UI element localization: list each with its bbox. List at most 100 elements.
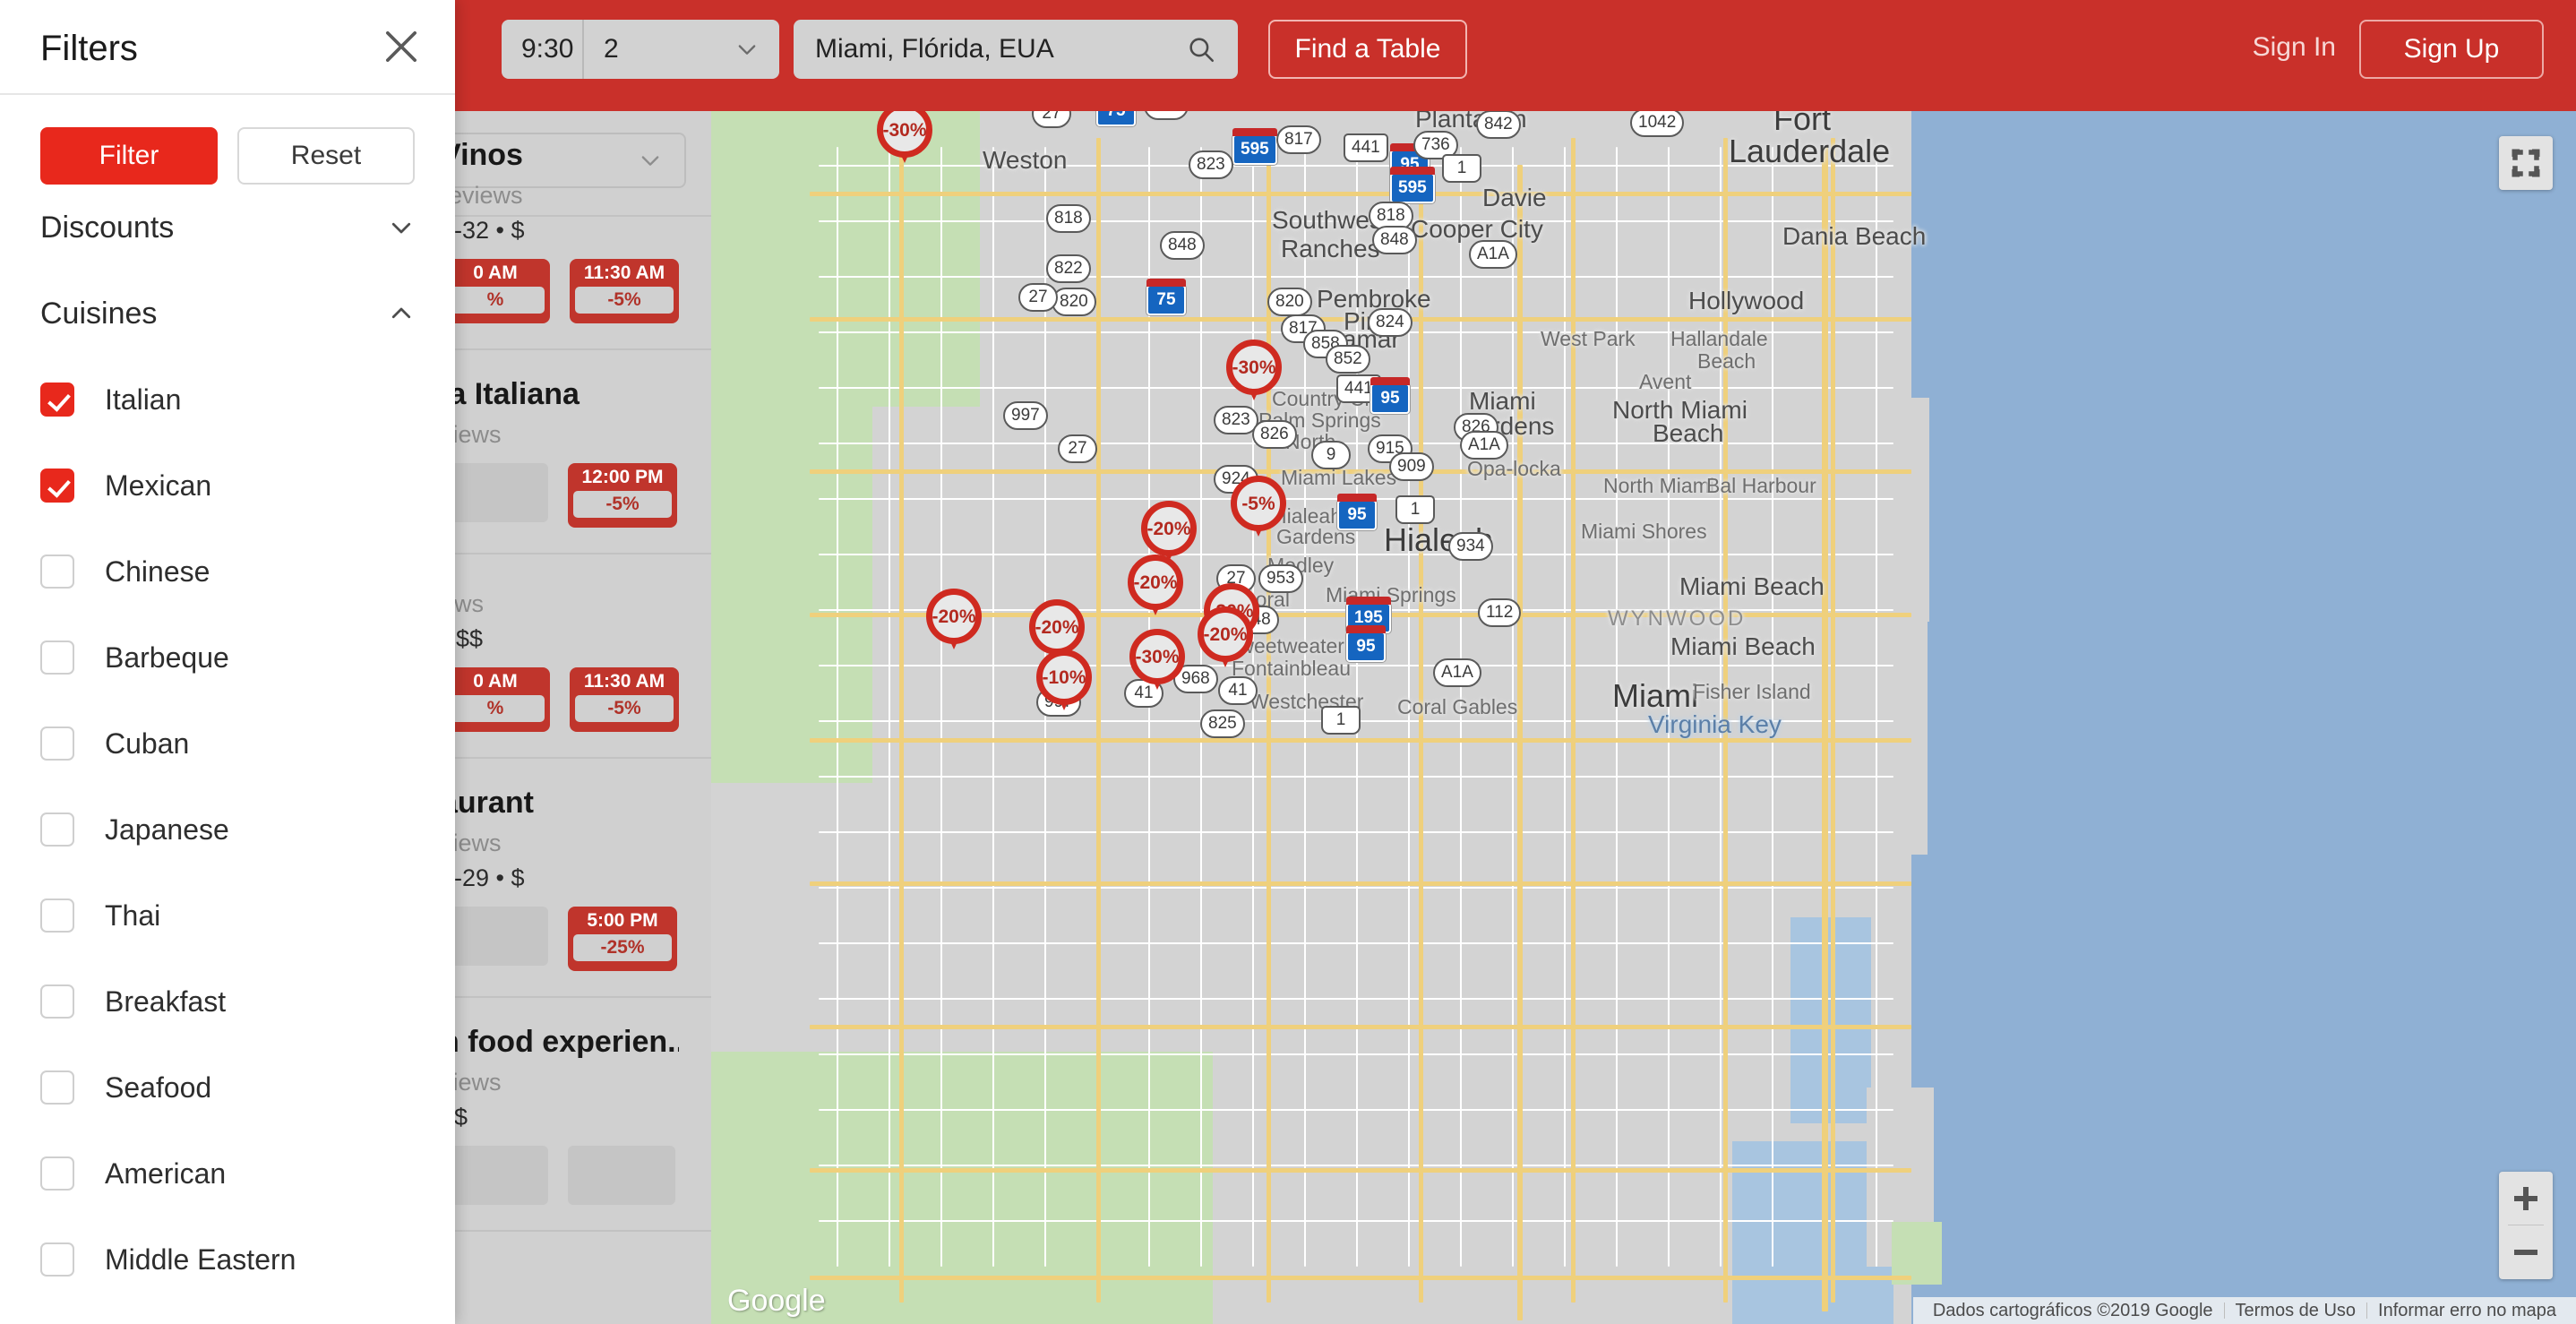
map-ocean bbox=[1911, 111, 2576, 1324]
cuisine-option-thai[interactable]: Thai bbox=[40, 873, 415, 959]
cuisine-option-mexican[interactable]: Mexican bbox=[40, 443, 415, 529]
marker-bubble[interactable]: -30% bbox=[877, 111, 932, 158]
map-discount-marker[interactable]: -20% bbox=[1141, 501, 1197, 562]
cuisine-label: Japanese bbox=[105, 812, 229, 846]
reservation-slot[interactable]: 12:00 PM -5% bbox=[568, 463, 677, 529]
map-road bbox=[899, 138, 904, 1303]
checkbox[interactable] bbox=[40, 812, 74, 847]
zoom-out-button[interactable] bbox=[2499, 1225, 2553, 1279]
marker-bubble[interactable]: -20% bbox=[1141, 501, 1197, 556]
cuisine-option-american[interactable]: American bbox=[40, 1131, 415, 1217]
marker-bubble[interactable]: -30% bbox=[1129, 629, 1185, 684]
checkbox[interactable] bbox=[40, 555, 74, 589]
map-road bbox=[1571, 138, 1576, 1303]
map-route-shield: 1 bbox=[1321, 706, 1361, 735]
filters-header: Filters bbox=[0, 0, 455, 95]
section-header-discounts[interactable]: Discounts bbox=[0, 185, 455, 271]
plus-icon bbox=[2523, 1187, 2529, 1210]
close-icon[interactable] bbox=[378, 23, 425, 70]
google-logo: Google bbox=[727, 1284, 826, 1318]
map-road bbox=[1200, 147, 1202, 1267]
reservation-slot[interactable]: 11:30 AM -5% bbox=[570, 667, 679, 733]
map-discount-marker[interactable]: -20% bbox=[1029, 599, 1085, 660]
checkbox[interactable] bbox=[40, 469, 74, 503]
map-route-shield: 817 bbox=[1276, 125, 1321, 154]
map-discount-marker[interactable]: -20% bbox=[926, 589, 982, 649]
marker-bubble[interactable]: -20% bbox=[1128, 555, 1183, 610]
sign-up-button[interactable]: Sign Up bbox=[2359, 20, 2544, 79]
map-place-label: WYNWOOD bbox=[1608, 606, 1747, 631]
map-place-label: Opa-locka bbox=[1467, 457, 1561, 480]
marker-bubble[interactable]: -20% bbox=[926, 589, 982, 644]
checkbox[interactable] bbox=[40, 726, 74, 761]
marker-bubble[interactable]: -30% bbox=[1226, 340, 1282, 395]
reservation-slot-placeholder[interactable] bbox=[568, 1146, 675, 1206]
reservation-slot-placeholder[interactable] bbox=[441, 463, 548, 523]
checkbox[interactable] bbox=[40, 1242, 74, 1277]
checkbox[interactable] bbox=[40, 383, 74, 417]
map-route-shield: 820 bbox=[1267, 288, 1312, 316]
marker-discount-label: -10% bbox=[1042, 666, 1086, 688]
cuisine-option-seafood[interactable]: Seafood bbox=[40, 1045, 415, 1131]
find-a-table-button[interactable]: Find a Table bbox=[1268, 20, 1467, 79]
zoom-in-button[interactable] bbox=[2499, 1172, 2553, 1225]
cuisine-option-japanese[interactable]: Japanese bbox=[40, 787, 415, 873]
map-attribution: Dados cartográficos ©2019 Google Termos … bbox=[1912, 1297, 2576, 1324]
reservation-slot-placeholder[interactable] bbox=[441, 907, 548, 967]
map-route-shield: 41 bbox=[1218, 676, 1258, 705]
map-route-shield: 595 bbox=[1390, 167, 1435, 203]
cuisine-option-breakfast[interactable]: Breakfast bbox=[40, 959, 415, 1045]
map-discount-marker[interactable]: -30% bbox=[877, 111, 932, 163]
map-discount-marker[interactable]: -30% bbox=[1226, 340, 1282, 400]
map-canvas[interactable]: AndytownLauderhillPlantationFortLauderda… bbox=[711, 111, 2576, 1324]
cuisine-option-chinese[interactable]: Chinese bbox=[40, 529, 415, 615]
marker-bubble[interactable]: -20% bbox=[1198, 606, 1253, 662]
map-discount-marker[interactable]: -20% bbox=[1128, 555, 1183, 615]
map-discount-marker[interactable]: -30% bbox=[1129, 629, 1185, 690]
marker-discount-label: -20% bbox=[1133, 572, 1178, 593]
map-place-label: Beach bbox=[1653, 419, 1724, 447]
fullscreen-button[interactable] bbox=[2499, 136, 2553, 190]
apply-filter-button[interactable]: Filter bbox=[40, 127, 218, 185]
marker-bubble[interactable]: -20% bbox=[1029, 599, 1085, 655]
checkbox[interactable] bbox=[40, 898, 74, 933]
checkbox[interactable] bbox=[40, 984, 74, 1019]
map-green-area bbox=[711, 407, 872, 783]
terms-link[interactable]: Termos de Uso bbox=[2225, 1301, 2367, 1321]
map-discount-marker[interactable]: -10% bbox=[1036, 649, 1092, 710]
checkbox[interactable] bbox=[40, 641, 74, 675]
slot-row: 5:00 PM -25% bbox=[441, 907, 679, 972]
checkbox[interactable] bbox=[40, 1070, 74, 1105]
reset-filter-button[interactable]: Reset bbox=[236, 127, 415, 185]
reservation-slot[interactable]: 11:30 AM -5% bbox=[570, 259, 679, 324]
marker-bubble[interactable]: -5% bbox=[1231, 476, 1286, 531]
slot-time: 11:30 AM bbox=[583, 671, 665, 692]
checkbox[interactable] bbox=[40, 1156, 74, 1191]
party-size-select[interactable]: 2 bbox=[582, 20, 779, 79]
cuisine-option-barbeque[interactable]: Barbeque bbox=[40, 615, 415, 701]
slot-row: 0 AM% 11:30 AM -5% bbox=[441, 667, 679, 733]
map-place-label: Hollywood bbox=[1688, 287, 1805, 314]
report-error-link[interactable]: Informar erro no mapa bbox=[2367, 1301, 2567, 1321]
map-discount-marker[interactable]: -5% bbox=[1231, 476, 1286, 537]
reservation-slot[interactable]: 0 AM% bbox=[441, 667, 550, 733]
marker-bubble[interactable]: -10% bbox=[1036, 649, 1092, 705]
section-header-cuisines[interactable]: Cuisines bbox=[0, 271, 455, 357]
map-discount-marker[interactable]: -20% bbox=[1198, 606, 1253, 667]
reservation-slot[interactable]: 5:00 PM -25% bbox=[568, 907, 677, 972]
cuisine-option-cuban[interactable]: Cuban bbox=[40, 701, 415, 787]
cuisine-option-middle-eastern[interactable]: Middle Eastern bbox=[40, 1217, 415, 1303]
sign-in-link[interactable]: Sign In bbox=[2253, 32, 2336, 63]
map-route-shield: 818 bbox=[1046, 204, 1091, 233]
map-place-label: Miami Springs bbox=[1326, 583, 1456, 606]
reservation-slot[interactable]: 0 AM% bbox=[441, 259, 550, 324]
cuisine-label: American bbox=[105, 1156, 227, 1190]
slot-discount: -5% bbox=[575, 695, 674, 723]
reservation-slot-placeholder[interactable] bbox=[441, 1146, 548, 1206]
marker-discount-label: -30% bbox=[1232, 357, 1276, 378]
map-route-shield: 27 bbox=[1058, 434, 1097, 463]
map-route-shield: 112 bbox=[1478, 598, 1522, 627]
cuisine-option-italian[interactable]: Italian bbox=[40, 357, 415, 443]
search-icon[interactable] bbox=[1186, 34, 1216, 64]
location-search-field[interactable]: Miami, Flórida, EUA bbox=[794, 20, 1238, 79]
